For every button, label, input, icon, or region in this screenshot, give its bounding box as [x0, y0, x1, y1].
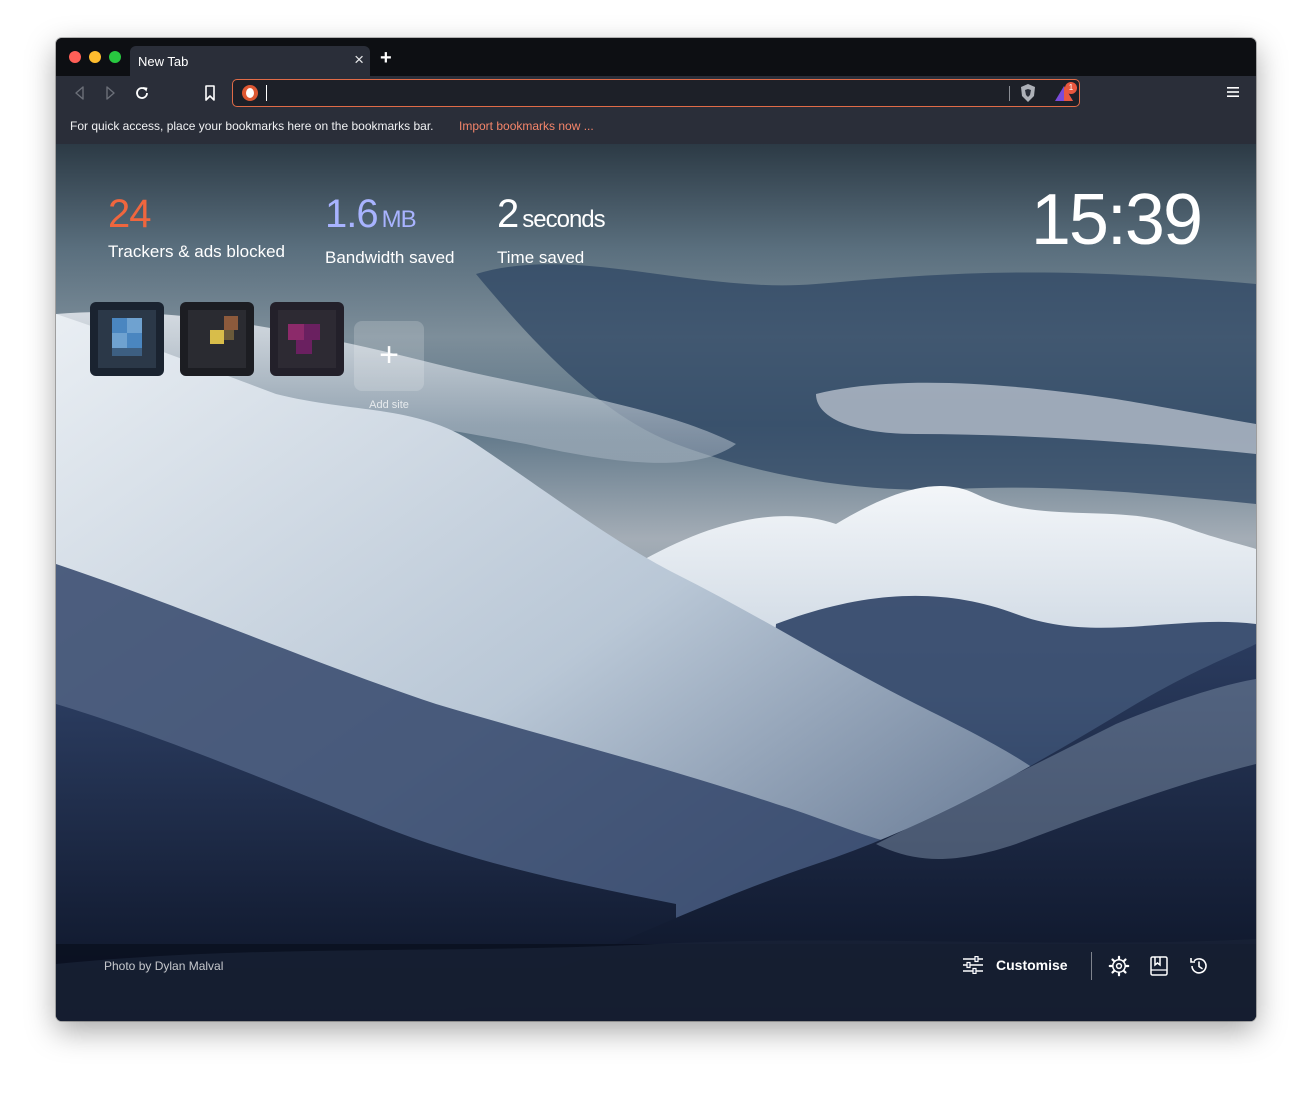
customise-sliders-icon	[963, 956, 983, 974]
bookmark-icon[interactable]	[200, 83, 220, 103]
tab-new-tab[interactable]: New Tab ×	[130, 46, 370, 76]
tab-strip: New Tab × +	[56, 38, 1256, 76]
customise-label: Customise	[996, 957, 1068, 973]
trackers-count: 24	[108, 192, 152, 236]
stat-bandwidth: 1.6 MB Bandwidth saved	[325, 194, 454, 268]
tab-close-icon[interactable]: ×	[354, 51, 364, 69]
time-label: Time saved	[497, 248, 585, 267]
add-site-button[interactable]: +	[354, 321, 424, 391]
stat-trackers: 24 Trackers & ads blocked	[108, 194, 285, 262]
duckduckgo-icon	[242, 85, 258, 101]
reload-icon[interactable]	[132, 83, 152, 103]
top-site-2[interactable]	[180, 302, 254, 376]
text-cursor	[266, 85, 267, 101]
photo-credit[interactable]: Photo by Dylan Malval	[104, 959, 223, 973]
time-value: 2	[497, 192, 519, 236]
new-tab-page: 24 Trackers & ads blocked 1.6 MB Bandwidt…	[56, 144, 1256, 1021]
top-site-1[interactable]	[90, 302, 164, 376]
hamburger-menu-icon[interactable]	[1226, 84, 1240, 100]
time-unit: seconds	[522, 206, 605, 233]
minimize-window-button[interactable]	[89, 51, 101, 63]
import-bookmarks-link[interactable]: Import bookmarks now ...	[459, 119, 594, 133]
bottom-bar-separator	[1091, 952, 1092, 980]
bandwidth-label: Bandwidth saved	[325, 248, 455, 267]
brave-shields-icon[interactable]	[1019, 83, 1037, 103]
add-site-label: Add site	[369, 399, 409, 411]
rewards-badge: 1	[1065, 82, 1077, 94]
stat-time: 2 seconds Time saved	[497, 192, 606, 268]
address-bar-separator	[1009, 86, 1010, 101]
forward-icon[interactable]	[100, 83, 120, 103]
zoom-window-button[interactable]	[109, 51, 121, 63]
new-tab-button[interactable]: +	[380, 48, 392, 68]
bandwidth-unit: MB	[381, 206, 417, 233]
clock: 15:39	[1030, 180, 1203, 260]
background-photo	[56, 264, 1256, 1021]
bookmarks-bar-message: For quick access, place your bookmarks h…	[70, 119, 434, 133]
customise-button[interactable]: Customise	[956, 948, 1076, 982]
ntp-bottom-bar: Customise	[956, 948, 1236, 982]
top-site-3[interactable]	[270, 302, 344, 376]
tab-title: New Tab	[138, 54, 189, 69]
bookmarks-icon[interactable]	[1148, 955, 1170, 977]
back-icon[interactable]	[70, 83, 90, 103]
address-bar[interactable]: 1	[232, 79, 1080, 107]
history-icon[interactable]	[1188, 955, 1210, 977]
toolbar: 1	[56, 76, 1256, 110]
trackers-label: Trackers & ads blocked	[108, 242, 285, 261]
add-site-plus-icon: +	[379, 336, 399, 374]
settings-gear-icon[interactable]	[1108, 955, 1130, 977]
close-window-button[interactable]	[69, 51, 81, 63]
browser-window: New Tab × + 1 For quick access, place yo…	[56, 38, 1256, 1021]
bookmarks-bar: For quick access, place your bookmarks h…	[56, 110, 1256, 144]
bandwidth-value: 1.6	[325, 192, 379, 236]
